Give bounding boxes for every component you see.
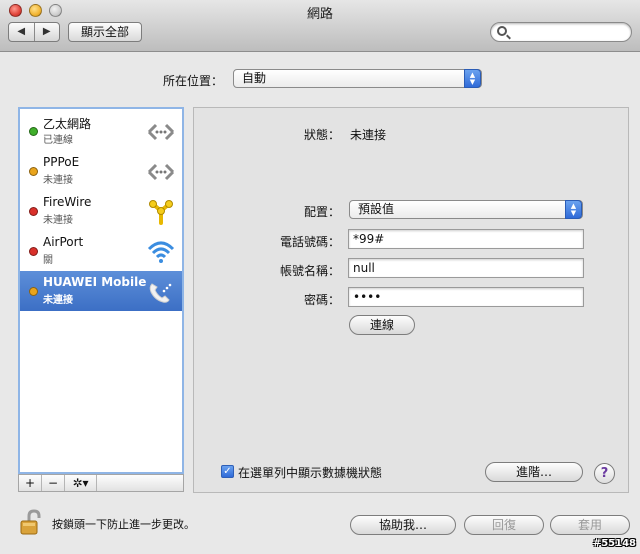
- popup-arrows-icon: ▲ ▼: [464, 69, 481, 88]
- revert-button[interactable]: 回復: [464, 515, 544, 535]
- service-item-pppoe[interactable]: PPPoE 未連接: [20, 151, 182, 191]
- password-label: 密碼：: [303, 293, 340, 307]
- service-name: PPPoE: [43, 155, 80, 169]
- apply-button[interactable]: 套用: [550, 515, 630, 535]
- status-dot-icon: [29, 207, 38, 216]
- show-modem-status-checkbox[interactable]: ✓: [221, 465, 234, 478]
- assist-me-button[interactable]: 協助我…: [350, 515, 456, 535]
- lock-icon[interactable]: [20, 509, 44, 535]
- back-button[interactable]: ◀: [9, 23, 35, 41]
- wifi-icon: [147, 241, 175, 263]
- ethernet-icon: [147, 163, 175, 181]
- service-list-toolbar: + − ✲▾: [18, 474, 184, 492]
- service-status: 未連接: [43, 295, 73, 306]
- status-label: 狀態：: [303, 128, 340, 142]
- search-field[interactable]: [490, 22, 632, 42]
- service-status: 未連接: [43, 215, 73, 226]
- location-popup[interactable]: 自動 ▲ ▼: [233, 69, 482, 88]
- firewire-icon: [149, 200, 173, 225]
- config-popup[interactable]: 預設值 ▲ ▼: [349, 200, 583, 219]
- back-forward-control: ◀ ▶: [8, 22, 60, 42]
- forward-button[interactable]: ▶: [35, 23, 60, 41]
- status-value: 未連接: [350, 128, 387, 142]
- ethernet-icon: [147, 123, 175, 141]
- status-dot-icon: [29, 247, 38, 256]
- phone-label: 電話號碼：: [279, 235, 340, 249]
- service-status: 已連線: [43, 135, 73, 146]
- service-name: FireWire: [43, 195, 92, 209]
- account-name-field[interactable]: null: [348, 258, 584, 278]
- location-label: 所在位置：: [163, 74, 224, 88]
- service-status: 關: [43, 255, 53, 266]
- add-service-button[interactable]: +: [19, 475, 42, 491]
- service-item-airport[interactable]: AirPort 關: [20, 231, 182, 271]
- advanced-button[interactable]: 進階…: [485, 462, 583, 482]
- phone-modem-icon: [149, 283, 172, 303]
- service-name: AirPort: [43, 235, 84, 249]
- service-item-huawei-mobile[interactable]: HUAWEI Mobile 未連接: [20, 271, 182, 311]
- show-all-button[interactable]: 顯示全部: [68, 22, 142, 42]
- phone-number-field[interactable]: *99#: [348, 229, 584, 249]
- password-field[interactable]: ••••: [348, 287, 584, 307]
- search-icon: [497, 26, 507, 36]
- status-dot-icon: [29, 127, 38, 136]
- service-item-firewire[interactable]: FireWire 未連接: [20, 191, 182, 231]
- lock-hint-text: 按鎖頭一下防止進一步更改。: [52, 518, 195, 531]
- connect-button[interactable]: 連線: [349, 315, 415, 335]
- service-list: 乙太網路 已連線 PPPoE 未連接 FireWire 未連接 AirPort …: [18, 107, 184, 474]
- service-item-ethernet[interactable]: 乙太網路 已連線: [20, 111, 182, 151]
- status-dot-icon: [29, 287, 38, 296]
- service-name: HUAWEI Mobile: [43, 275, 147, 289]
- show-modem-status-label: 在選單列中顯示數據機狀態: [238, 466, 383, 480]
- action-gear-button[interactable]: ✲▾: [65, 475, 97, 491]
- service-name: 乙太網路: [43, 117, 92, 131]
- config-value: 預設值: [358, 202, 395, 216]
- status-dot-icon: [29, 167, 38, 176]
- window-title: 網路: [306, 7, 333, 22]
- config-label: 配置：: [303, 205, 340, 219]
- popup-arrows-icon: ▲ ▼: [565, 200, 582, 219]
- location-value: 自動: [242, 71, 267, 85]
- help-button[interactable]: ?: [594, 463, 615, 484]
- service-status: 未連接: [43, 175, 73, 186]
- watermark: #55148: [592, 538, 636, 549]
- account-label: 帳號名稱：: [279, 264, 340, 278]
- remove-service-button[interactable]: −: [42, 475, 65, 491]
- title-bar: 網路 ◀ ▶ 顯示全部: [0, 0, 640, 52]
